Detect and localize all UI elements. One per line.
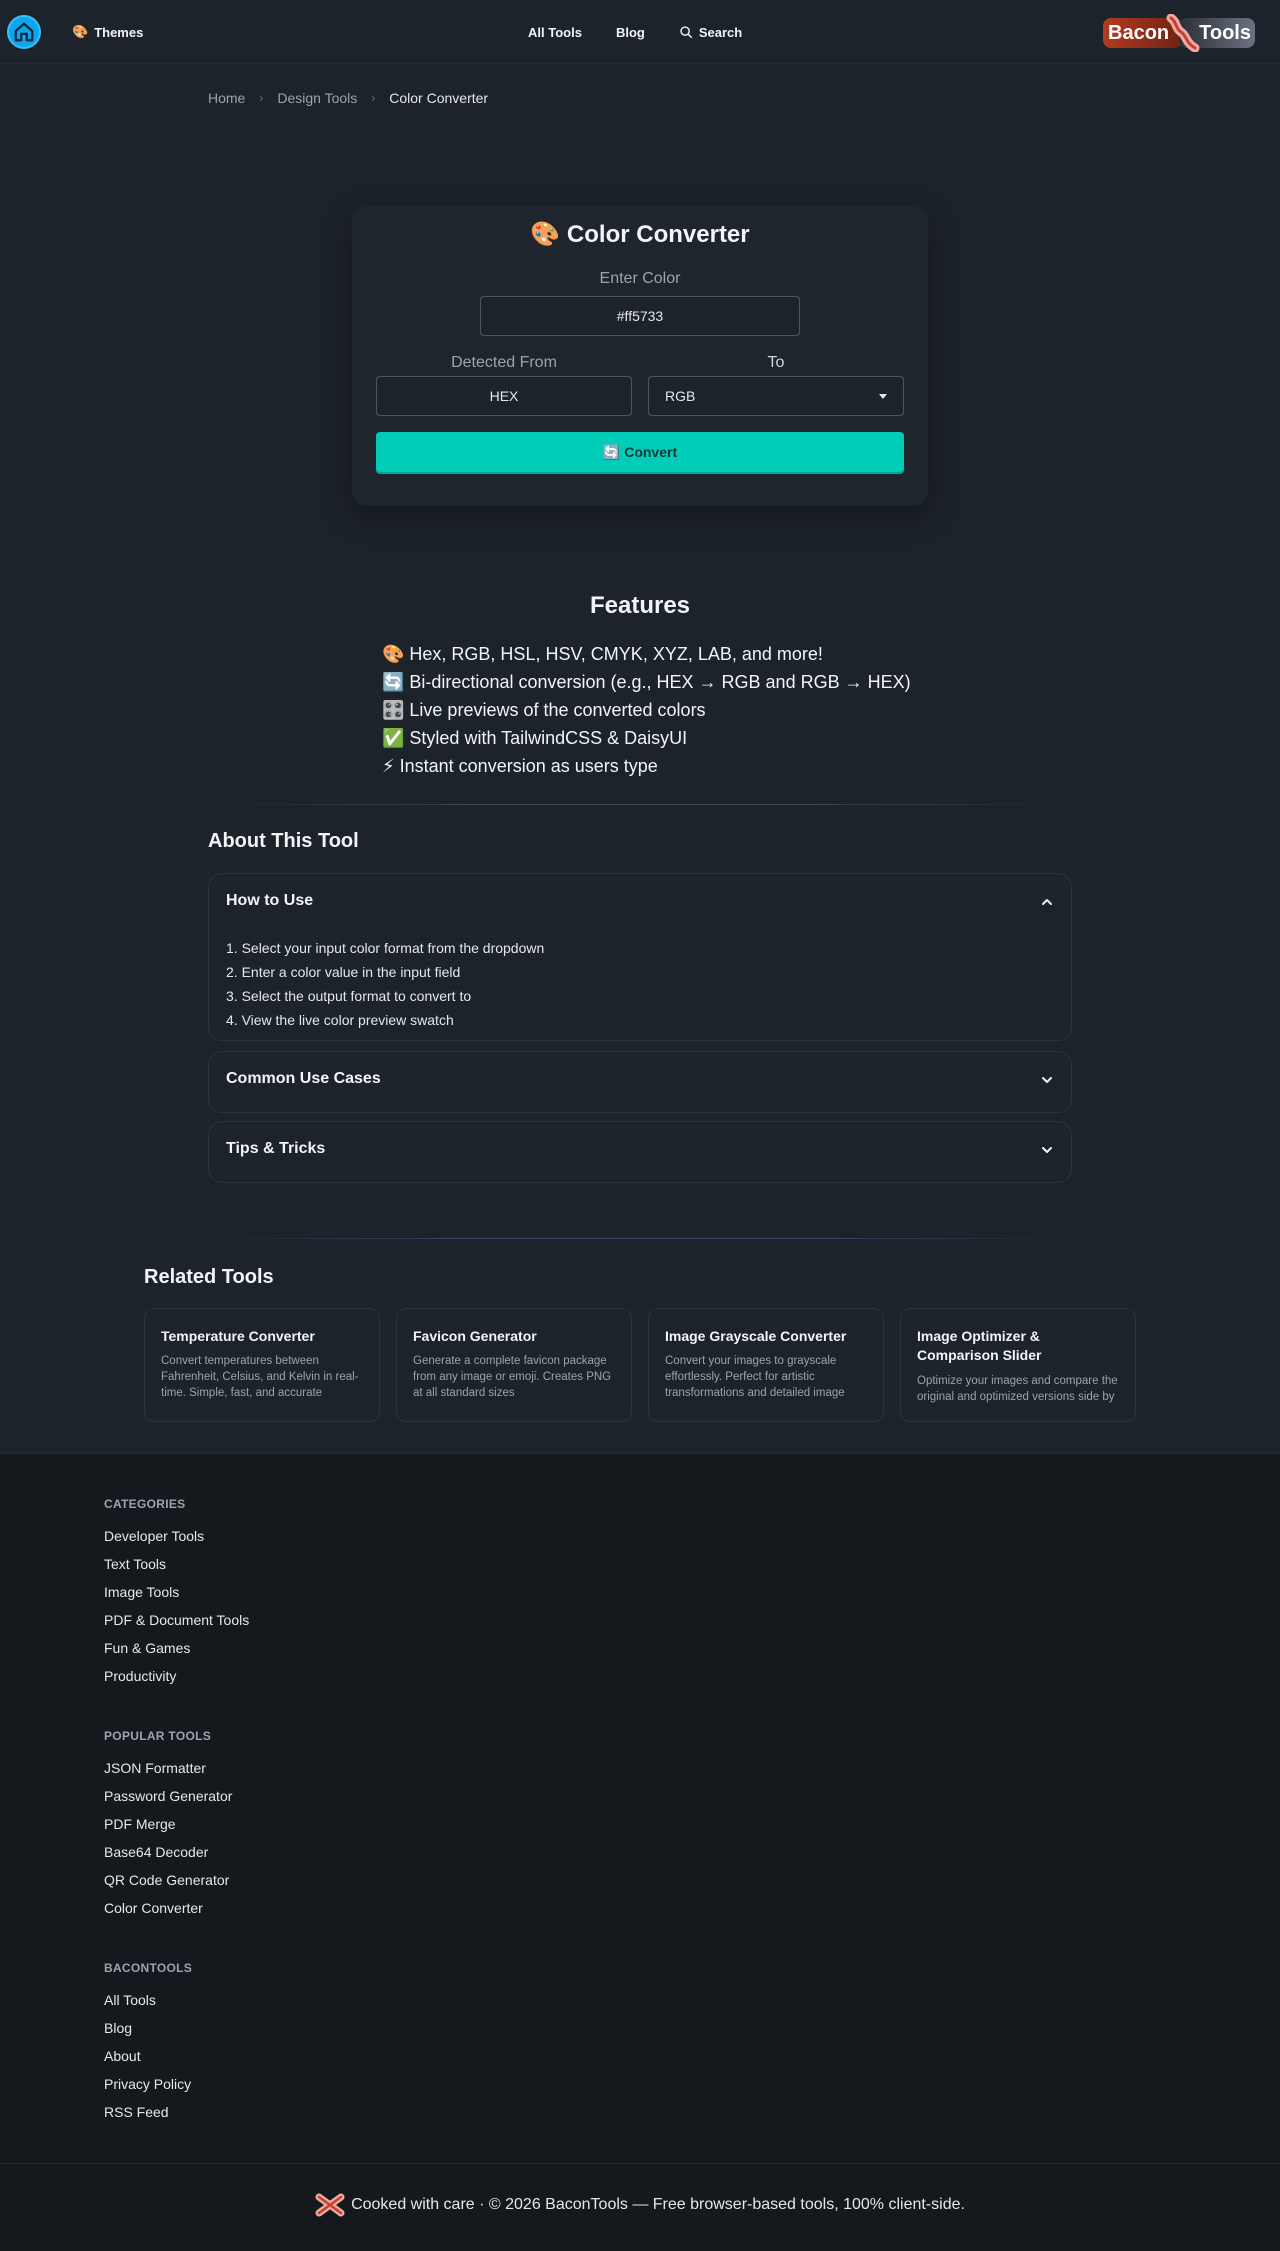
palette-icon: 🎨 [72,24,89,39]
step-item: 4. View the live color preview swatch [226,1012,454,1028]
footer-link[interactable]: RSS Feed [104,2098,191,2126]
about-title: About This Tool [208,830,359,852]
enter-color-label: Enter Color [599,270,681,287]
detected-from-label: Detected From [451,354,557,371]
search-label: Search [698,24,743,40]
feature-item: 🎛️ Live previews of the converted colors [382,700,706,720]
step-item: 1. Select your input color format from t… [226,940,545,956]
navbar: 🎨 Themes All Tools Blog Search Bacon Too… [0,0,1280,64]
related-tool-desc: Convert your images to grayscale effortl… [665,1355,845,1399]
accordion-how-to-use[interactable]: How to Use 1. Select your input color fo… [208,873,1072,1041]
footer-link[interactable]: About [104,2042,191,2070]
features-list: 🎨 Hex, RGB, HSL, HSV, CMYK, XYZ, LAB, an… [382,640,942,780]
related-tool-title: Temperature Converter [161,1328,315,1344]
output-format-select[interactable]: RGB [648,376,904,416]
bacon-strip-icon [1166,14,1200,52]
breadcrumb-current: Color Converter [389,90,489,106]
search-button[interactable]: Search [679,25,742,40]
footer-link[interactable]: All Tools [104,1986,191,2014]
footer-link[interactable]: Developer Tools [104,1522,249,1550]
related-tools-title: Related Tools [144,1266,274,1288]
accordion-tips-tricks[interactable]: Tips & Tricks [208,1121,1072,1183]
nav-blog[interactable]: Blog [616,25,645,40]
bacon-icon [315,2193,345,2217]
footer-popular-heading: POPULAR TOOLS [104,1729,212,1743]
footer-popular-list: JSON Formatter Password Generator PDF Me… [104,1754,232,1922]
related-tool-card[interactable]: Temperature Converter Convert temperatur… [144,1308,380,1422]
step-item: 3. Select the output format to convert t… [226,988,472,1004]
chevron-up-icon [1042,899,1052,905]
footer-link[interactable]: Color Converter [104,1894,232,1922]
accordion-title: Common Use Cases [226,1070,381,1087]
related-tool-card[interactable]: Favicon Generator Generate a complete fa… [396,1308,632,1422]
footer-link[interactable]: PDF & Document Tools [104,1606,249,1634]
home-button[interactable] [7,15,41,49]
accordion-title: Tips & Tricks [226,1140,326,1157]
accordion-title: How to Use [226,892,314,909]
feature-item: ✅ Styled with TailwindCSS & DaisyUI [382,728,688,748]
footer-categories-list: Developer Tools Text Tools Image Tools P… [104,1522,249,1690]
chevron-down-icon [1042,1077,1052,1083]
related-tool-title: Image Grayscale Converter [665,1328,847,1344]
footer-brand-heading: BACONTOOLS [104,1961,193,1975]
output-format-value: RGB [665,388,696,404]
features-title: Features [589,592,691,619]
breadcrumb-design-tools[interactable]: Design Tools [277,90,357,106]
footer-link[interactable]: Privacy Policy [104,2070,191,2098]
breadcrumb-home[interactable]: Home [208,90,245,106]
breadcrumb: Home › Design Tools › Color Converter [208,88,488,108]
footer-link[interactable]: Blog [104,2014,191,2042]
main-nav: All Tools Blog Search [528,22,742,42]
footer-link[interactable]: Image Tools [104,1578,249,1606]
converter-card: 🎨 Color Converter Enter Color Detected F… [352,206,928,506]
footer-divider [0,2163,1280,2164]
footer-brand-list: All Tools Blog About Privacy Policy RSS … [104,1986,191,2126]
related-tool-card[interactable]: Image Optimizer & Comparison Slider Opti… [900,1308,1136,1422]
footer-link[interactable]: Productivity [104,1662,249,1690]
bacontools-logo[interactable]: Bacon Tools [1103,14,1255,52]
footer-categories-heading: CATEGORIES [104,1497,186,1511]
chevron-right-icon: › [371,91,376,105]
related-tool-card[interactable]: Image Grayscale Converter Convert your i… [648,1308,884,1422]
nav-all-tools[interactable]: All Tools [528,25,582,40]
chevron-right-icon: › [259,91,264,105]
section-divider [208,804,1072,805]
chevron-down-icon [1042,1147,1052,1153]
section-divider [208,1238,1072,1239]
search-icon [680,26,692,38]
step-item: 2. Enter a color value in the input fiel… [226,964,461,980]
footer-link[interactable]: PDF Merge [104,1810,232,1838]
footer-link[interactable]: Text Tools [104,1550,249,1578]
related-tool-desc: Convert temperatures between Fahrenheit,… [161,1355,359,1399]
footer-link[interactable]: QR Code Generator [104,1866,232,1894]
convert-button[interactable]: 🔄 Convert [376,432,904,472]
footer: CATEGORIES Developer Tools Text Tools Im… [0,1453,1280,2251]
feature-item: ⚡ Instant conversion as users type [382,756,658,776]
related-tool-desc: Generate a complete favicon package from… [413,1355,612,1399]
feature-item: 🎨 Hex, RGB, HSL, HSV, CMYK, XYZ, LAB, an… [382,644,823,664]
copyright-text: Cooked with care · © 2026 BaconTools — F… [351,2196,965,2213]
detected-format-field: HEX [376,376,632,416]
themes-label: Themes [94,24,144,40]
copyright: Cooked with care · © 2026 BaconTools — F… [0,2190,1280,2220]
footer-link[interactable]: Base64 Decoder [104,1838,232,1866]
related-tool-title: Favicon Generator [413,1328,537,1344]
color-input[interactable] [480,296,800,336]
how-to-use-steps: 1. Select your input color format from t… [226,936,544,1032]
feature-item: 🔄 Bi-directional conversion (e.g., HEX →… [382,672,911,692]
converter-title: 🎨 Color Converter [530,221,750,248]
footer-link[interactable]: JSON Formatter [104,1754,232,1782]
footer-link[interactable]: Fun & Games [104,1634,249,1662]
accordion-common-use-cases[interactable]: Common Use Cases [208,1051,1072,1113]
related-tool-desc: Optimize your images and compare the ori… [917,1375,1118,1403]
footer-link[interactable]: Password Generator [104,1782,232,1810]
related-tool-title: Image Optimizer & Comparison Slider [917,1328,1042,1363]
home-icon [14,22,34,42]
caret-down-icon [879,394,887,399]
to-label: To [767,354,785,371]
themes-button[interactable]: 🎨 Themes [72,22,143,42]
